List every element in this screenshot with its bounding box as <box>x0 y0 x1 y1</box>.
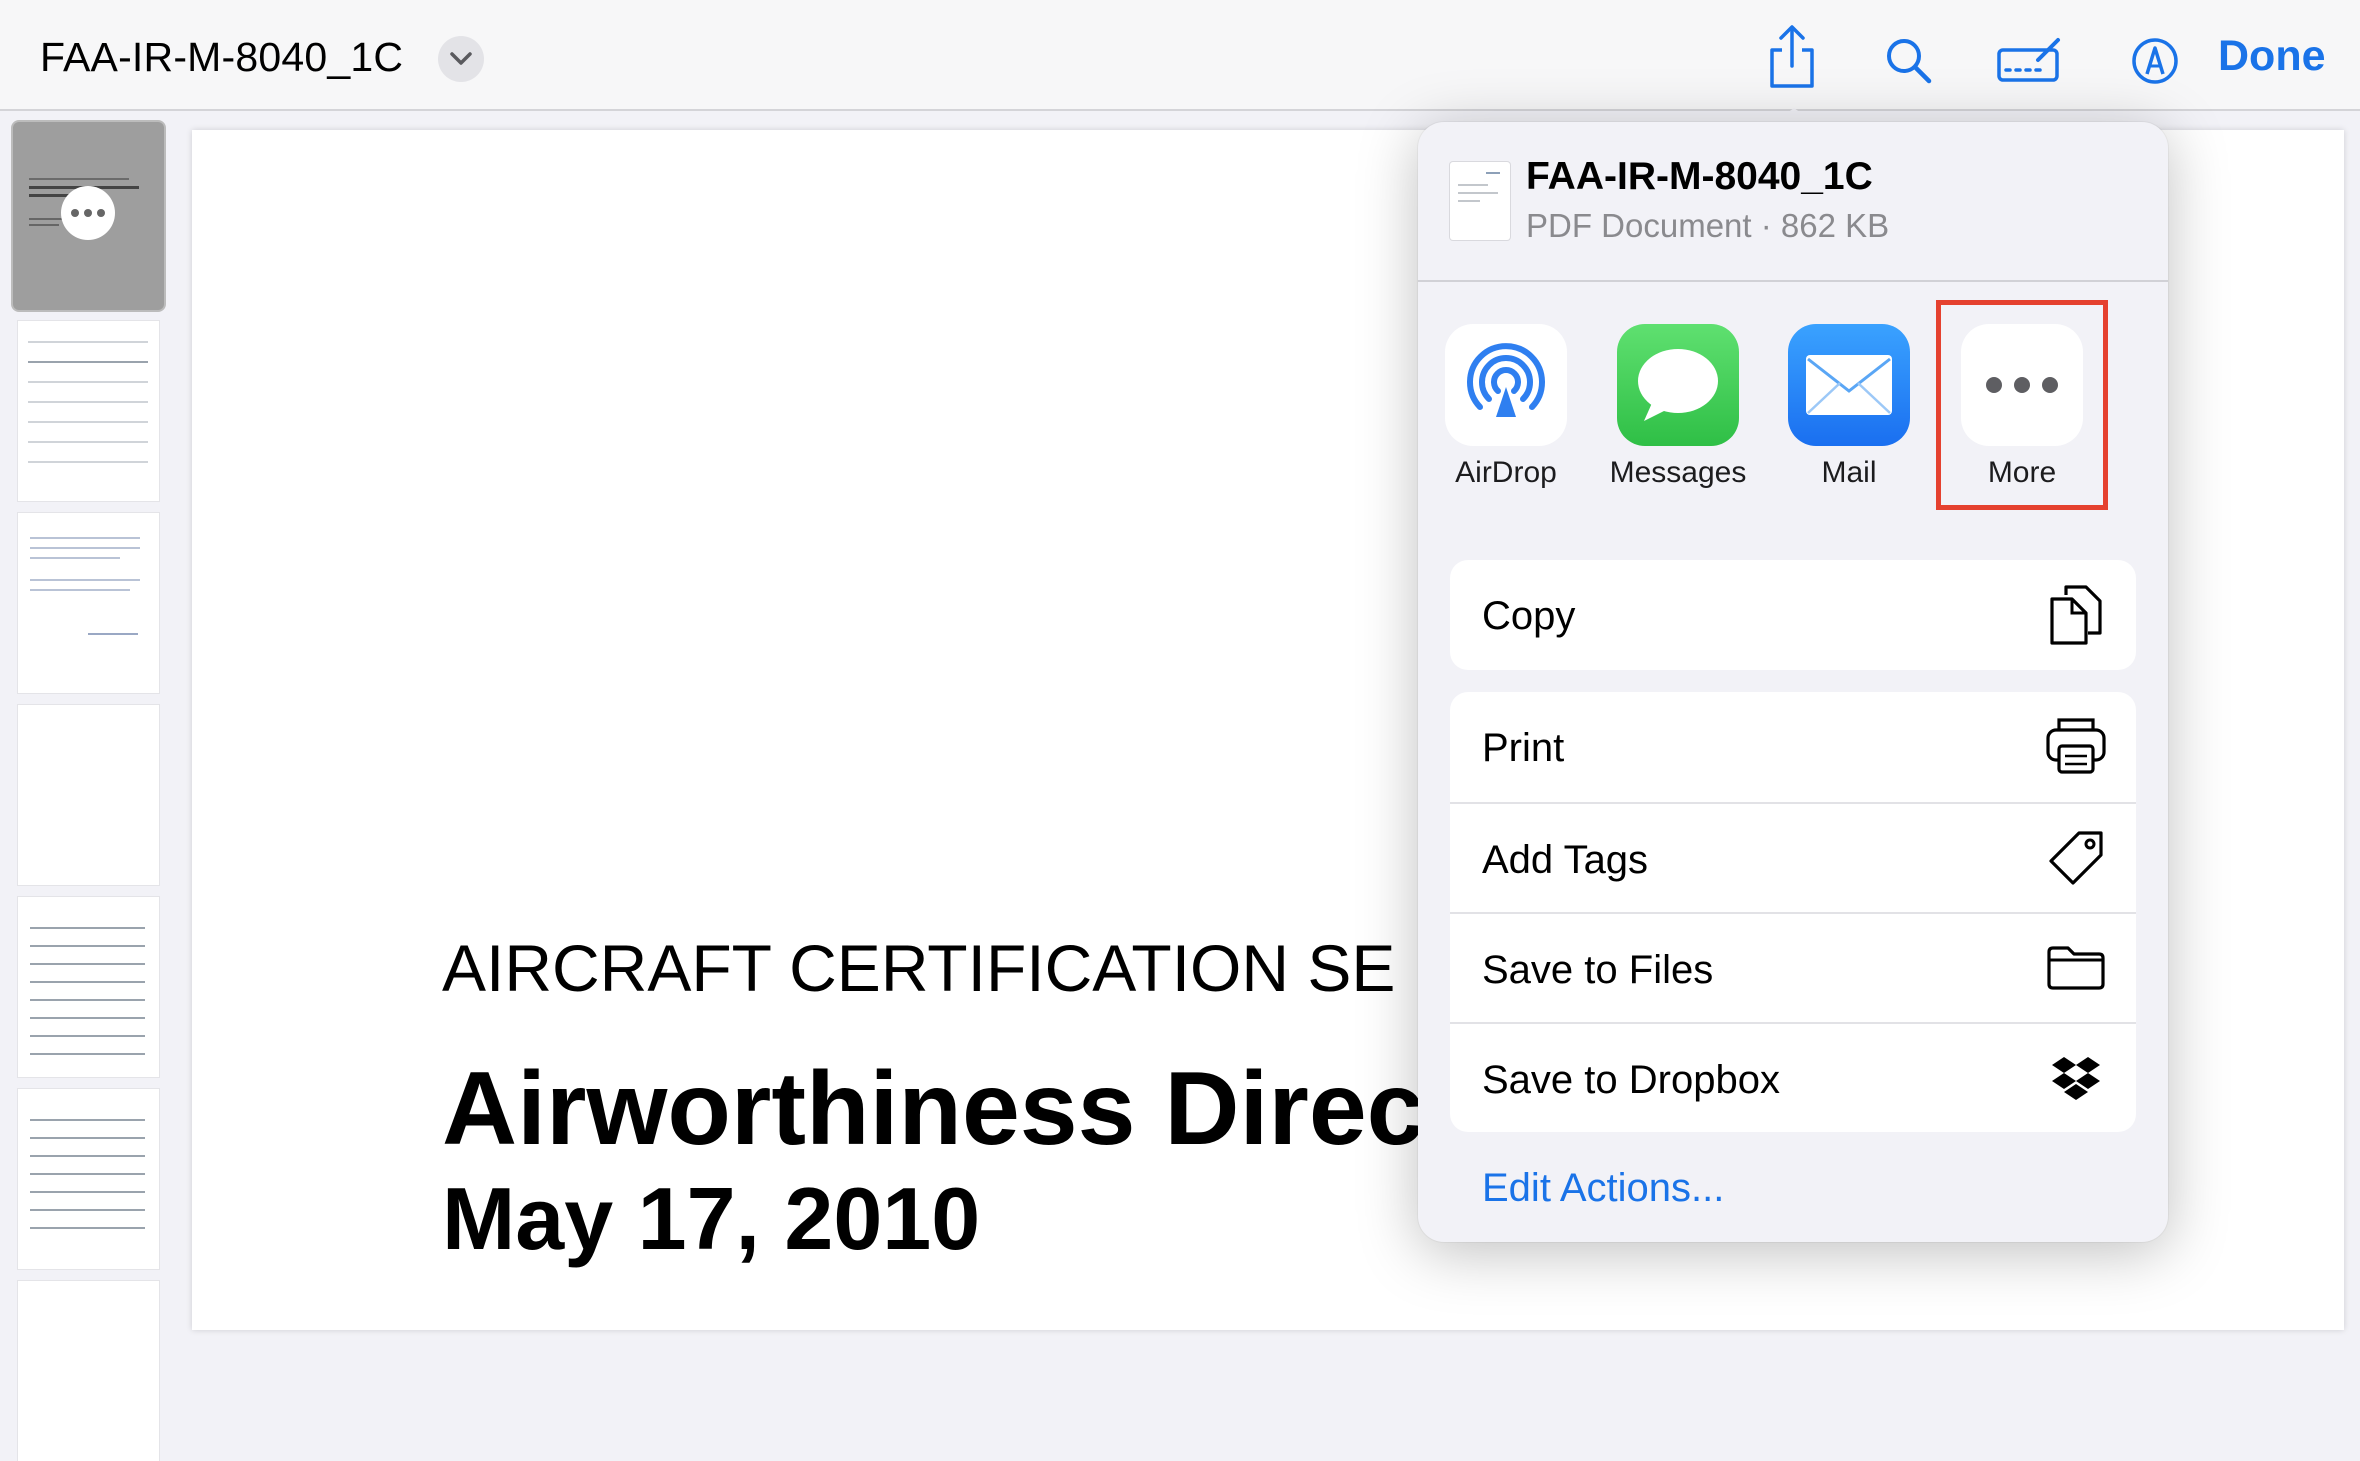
action-print[interactable]: Print <box>1450 692 2136 802</box>
document-main-title: Airworthiness Direct <box>442 1051 1460 1167</box>
more-highlight-box <box>1936 300 2108 510</box>
action-save-to-dropbox[interactable]: Save to Dropbox <box>1450 1022 2136 1132</box>
edit-actions-link[interactable]: Edit Actions... <box>1482 1166 1724 1211</box>
top-toolbar: FAA-IR-M-8040_1C Done <box>0 0 2360 111</box>
share-file-name: FAA-IR-M-8040_1C <box>1526 155 1873 198</box>
search-icon[interactable] <box>1884 36 1934 86</box>
share-app-airdrop[interactable]: AirDrop <box>1421 324 1591 490</box>
messages-icon <box>1617 324 1739 446</box>
tag-icon <box>2044 826 2108 890</box>
document-date: May 17, 2010 <box>442 1169 981 1268</box>
thumbnail-more-icon[interactable] <box>61 186 115 240</box>
done-button[interactable]: Done <box>2218 32 2326 81</box>
mail-icon <box>1788 324 1910 446</box>
action-save-to-files[interactable]: Save to Files <box>1450 912 2136 1022</box>
action-group-main: Print Add Tags Save to Files Save to Dro… <box>1450 692 2136 1132</box>
page-thumbnails-sidebar <box>0 111 176 1461</box>
dropbox-icon <box>2044 1046 2108 1110</box>
page-thumbnail-3[interactable] <box>18 513 159 693</box>
pen-icon[interactable] <box>2130 36 2180 86</box>
page-thumbnail-2[interactable] <box>18 321 159 501</box>
document-title[interactable]: FAA-IR-M-8040_1C <box>40 34 403 81</box>
share-file-meta: PDF Document · 862 KB <box>1526 207 1890 244</box>
share-app-label: Messages <box>1609 456 1747 489</box>
share-app-messages[interactable]: Messages <box>1593 324 1763 490</box>
certification-heading: AIRCRAFT CERTIFICATION SE <box>442 931 1396 1005</box>
share-sheet-header: FAA-IR-M-8040_1C PDF Document · 862 KB <box>1418 122 2168 282</box>
action-add-tags[interactable]: Add Tags <box>1450 802 2136 912</box>
action-label: Add Tags <box>1482 838 1649 882</box>
page-thumbnail-6[interactable] <box>18 1089 159 1269</box>
share-sheet: FAA-IR-M-8040_1C PDF Document · 862 KB A… <box>1418 122 2168 1242</box>
share-app-label: AirDrop <box>1455 456 1557 489</box>
share-app-label: Mail <box>1821 456 1877 489</box>
file-thumbnail <box>1450 162 1510 240</box>
airdrop-icon <box>1445 324 1567 446</box>
share-app-mail[interactable]: Mail <box>1764 324 1934 490</box>
page-thumbnail-7[interactable] <box>18 1281 159 1461</box>
action-label: Save to Files <box>1482 948 1714 992</box>
chevron-down-icon[interactable] <box>438 36 484 82</box>
page-thumbnail-4[interactable] <box>18 705 159 885</box>
action-label: Print <box>1482 726 1565 770</box>
copy-icon <box>2044 582 2108 646</box>
print-icon <box>2044 714 2108 778</box>
folder-icon <box>2044 936 2108 1000</box>
action-label: Save to Dropbox <box>1482 1058 1780 1102</box>
page-thumbnail-5[interactable] <box>18 897 159 1077</box>
action-group-copy: Copy <box>1450 560 2136 670</box>
markup-icon[interactable] <box>1996 36 2064 84</box>
action-copy[interactable]: Copy <box>1450 560 2136 670</box>
action-label: Copy <box>1482 594 1576 638</box>
page-thumbnail-1[interactable] <box>13 122 164 310</box>
share-icon[interactable] <box>1764 24 1820 90</box>
